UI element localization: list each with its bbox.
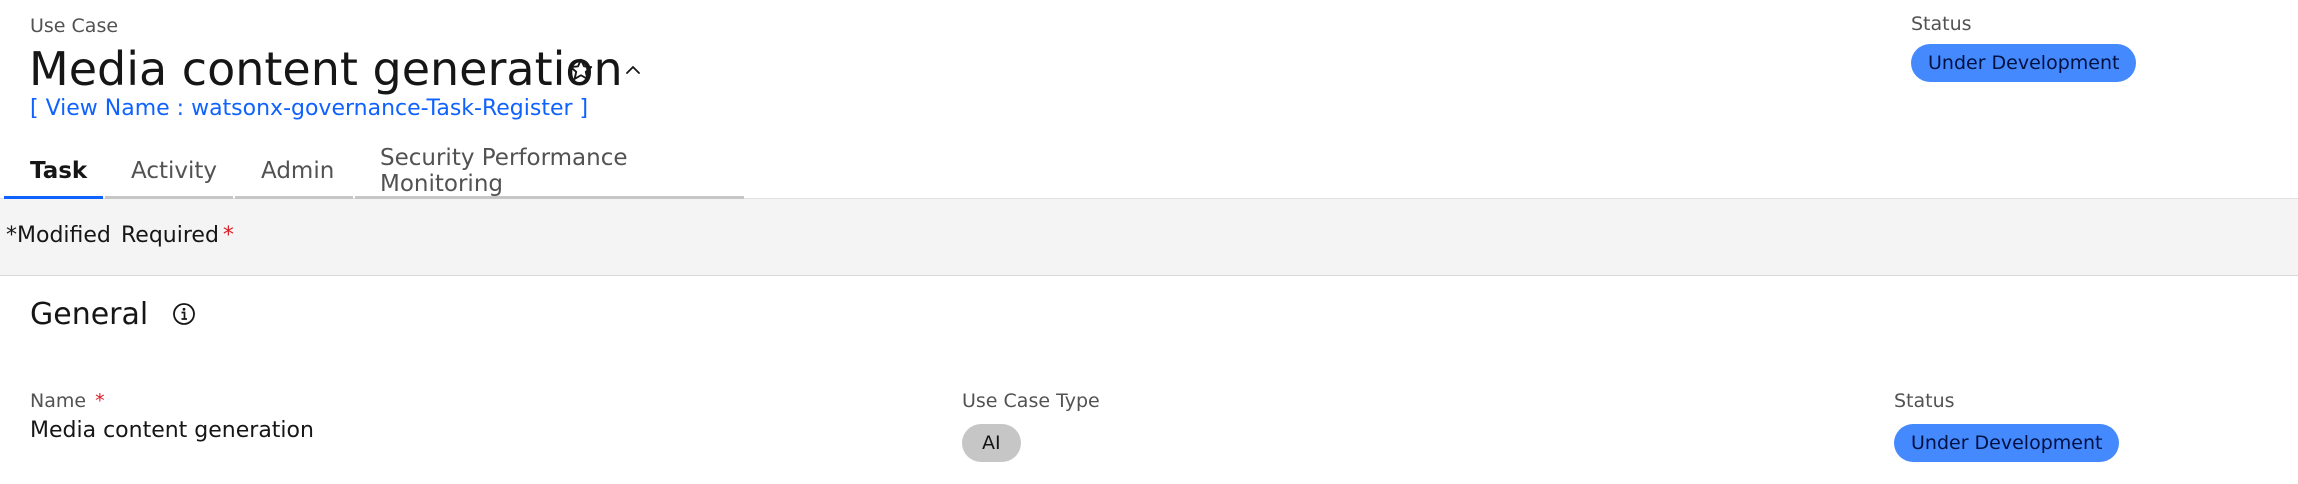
header-status-badge: Under Development (1911, 44, 2137, 82)
tab-activity[interactable]: Activity (105, 146, 233, 199)
modified-label: Modified (17, 223, 111, 248)
view-name-link[interactable]: [ View Name : watsonx-governance-Task-Re… (30, 96, 588, 121)
status-field-label: Status (1894, 390, 1955, 412)
info-icon[interactable] (170, 300, 198, 328)
form-legend: *Modified Required * (0, 199, 2298, 276)
chevron-up-icon[interactable] (615, 52, 651, 88)
tab-bar: Task Activity Admin Security Performance… (0, 145, 2298, 199)
required-label: Required (121, 223, 219, 248)
tab-admin-label: Admin (261, 158, 335, 184)
page-title: Media content generation (29, 42, 623, 96)
use-case-type-label: Use Case Type (962, 390, 1100, 412)
name-required-marker: * (95, 390, 105, 412)
name-label-text: Name (30, 390, 87, 412)
tab-task-label: Task (30, 158, 88, 184)
modified-legend: *Modified (6, 223, 111, 248)
name-field-label: Name * (30, 390, 105, 412)
page-header: Use Case Media content generation [ View… (0, 0, 2298, 146)
general-section-title: General (30, 297, 149, 332)
name-field-value: Media content generation (30, 418, 314, 443)
tab-task[interactable]: Task (4, 146, 103, 199)
modified-marker: * (6, 223, 17, 248)
tab-admin[interactable]: Admin (235, 146, 353, 199)
star-icon[interactable] (563, 52, 599, 88)
tab-activity-label: Activity (131, 158, 218, 184)
header-status-label: Status (1911, 13, 1972, 35)
required-legend: Required * (121, 223, 234, 248)
status-field-badge: Under Development (1894, 424, 2120, 462)
tab-security-label: Security Performance Monitoring (380, 145, 628, 197)
required-marker: * (222, 223, 234, 248)
page-eyebrow: Use Case (30, 15, 119, 37)
use-case-type-tag: AI (962, 424, 1021, 462)
tab-security-performance-monitoring[interactable]: Security Performance Monitoring (355, 145, 744, 199)
general-section: General Name * Media content generation U… (6, 277, 2298, 484)
